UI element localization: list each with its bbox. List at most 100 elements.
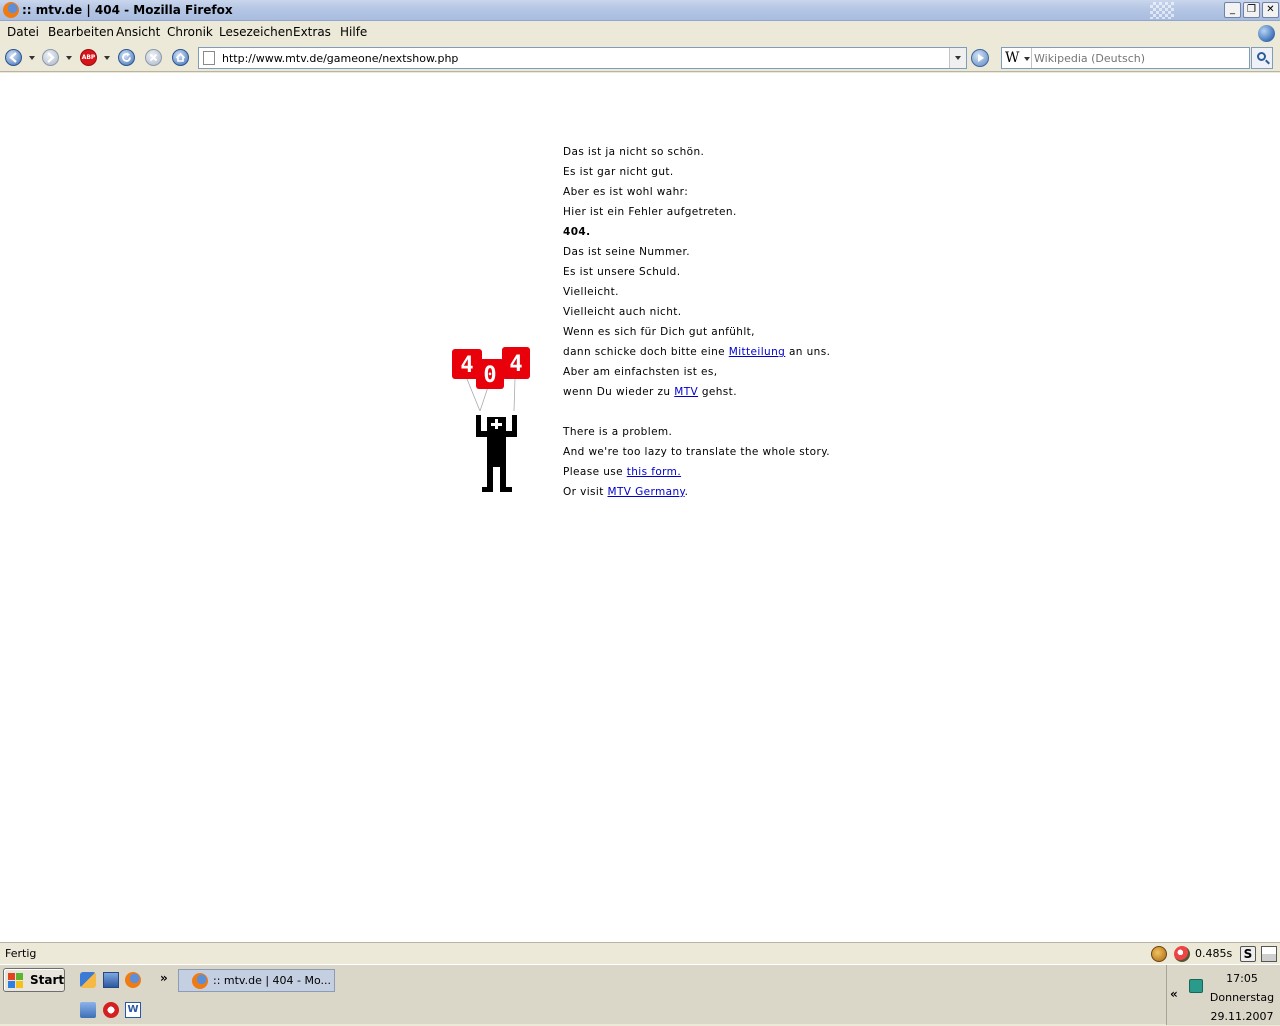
page-icon (203, 51, 215, 65)
menu-extras[interactable]: Extras (293, 25, 331, 39)
mtv-link[interactable]: MTV (674, 386, 698, 398)
url-history-dropdown-icon[interactable] (949, 48, 966, 68)
text-line: Aber am einfachsten ist es, (563, 366, 718, 378)
text-line: Aber es ist wohl wahr: (563, 186, 689, 198)
system-tray: « 17:05 Donnerstag 29.11.2007 (1166, 965, 1280, 1025)
back-icon[interactable] (5, 49, 22, 66)
text-line-visit: Or visit MTV Germany. (563, 485, 830, 505)
firefox-icon[interactable] (3, 2, 19, 18)
menu-chronik[interactable]: Chronik (167, 25, 213, 39)
this-form-link[interactable]: this form. (627, 466, 681, 478)
404-balloon-man-illustration: 4 4 0 (452, 347, 530, 492)
restore-button[interactable]: ❐ (1243, 2, 1260, 18)
firebug-icon[interactable] (1174, 946, 1190, 962)
text-fragment: Or visit (563, 486, 608, 498)
tray-expand-icon[interactable]: « (1170, 987, 1178, 1001)
page-content: Das ist ja nicht so schön. Es ist gar ni… (0, 73, 1280, 942)
quicklaunch-monitor-icon[interactable] (103, 972, 119, 988)
balloon-digit: 0 (483, 363, 496, 388)
start-label: Start (30, 973, 65, 987)
start-button[interactable]: Start (3, 968, 65, 992)
close-button[interactable]: ✕ (1262, 2, 1279, 18)
mitteilung-link[interactable]: Mitteilung (729, 346, 785, 358)
extension-icon[interactable] (1261, 946, 1277, 962)
text-line: Vielleicht. (563, 286, 619, 298)
window-titlebar[interactable]: :: mtv.de | 404 - Mozilla Firefox _ ❐ ✕ (0, 0, 1280, 21)
quicklaunch-folder-icon[interactable] (80, 1002, 96, 1018)
taskbar-firefox-window[interactable]: :: mtv.de | 404 - Mo... (178, 969, 335, 992)
window-title: :: mtv.de | 404 - Mozilla Firefox (22, 3, 233, 17)
forward-arrow-icon (47, 52, 55, 63)
menu-ansicht[interactable]: Ansicht (116, 25, 160, 39)
cross-horizontal (491, 423, 502, 426)
adblock-dropdown-icon[interactable] (104, 56, 110, 60)
taskbar-window-label: :: mtv.de | 404 - Mo... (213, 974, 332, 987)
clock-time: 17:05 (1226, 972, 1258, 985)
status-text: Fertig (5, 947, 37, 960)
text-line: And we're too lazy to translate the whol… (563, 446, 831, 458)
menu-lesezeichen[interactable]: Lesezeichen (219, 25, 293, 39)
url-text[interactable]: http://www.mtv.de/gameone/nextshow.php (222, 52, 458, 65)
back-history-dropdown-icon[interactable] (29, 56, 35, 60)
reload-icon[interactable] (118, 49, 135, 66)
quicklaunch-word-icon[interactable]: W (125, 1002, 141, 1018)
titlebar-decoration (1150, 2, 1174, 19)
text-line-form: Please use this form. (563, 465, 830, 485)
text-line: Es ist unsere Schuld. (563, 266, 681, 278)
text-line: Wenn es sich für Dich gut anfühlt, (563, 326, 755, 338)
quicklaunch-more-icon[interactable]: » (160, 971, 168, 985)
right-leg (500, 463, 506, 489)
throbber-icon (1258, 25, 1275, 42)
navigation-toolbar: ABP http://www.mtv.de/gameone/nextshow.p… (0, 44, 1280, 72)
left-shoulder (481, 431, 487, 437)
stop-x-icon (149, 53, 158, 62)
menu-bearbeiten[interactable]: Bearbeiten (48, 25, 114, 39)
address-bar[interactable]: http://www.mtv.de/gameone/nextshow.php (198, 47, 967, 69)
right-foot (500, 487, 512, 492)
forward-history-dropdown-icon[interactable] (66, 56, 72, 60)
tray-app-icon[interactable] (1189, 979, 1203, 993)
text-fragment: dann schicke doch bitte eine (563, 346, 729, 358)
menu-hilfe[interactable]: Hilfe (340, 25, 367, 39)
error-message: Das ist ja nicht so schön. Es ist gar ni… (563, 145, 830, 505)
search-box[interactable]: W (1001, 47, 1250, 69)
adblock-icon[interactable]: ABP (80, 49, 97, 66)
search-icon-handle (1265, 59, 1270, 65)
sync-icon[interactable]: S (1240, 946, 1256, 962)
quicklaunch-firefox-icon[interactable] (125, 972, 141, 988)
go-icon[interactable] (971, 49, 989, 67)
quicklaunch-desktop-icon[interactable] (80, 972, 96, 988)
text-fragment: an uns. (785, 346, 831, 358)
text-line: Es ist gar nicht gut. (563, 166, 674, 178)
quicklaunch-opera-icon[interactable] (103, 1002, 119, 1018)
balloon-digit: 4 (509, 352, 522, 377)
error-code: 404. (563, 226, 591, 238)
balloon-4-right: 4 (502, 347, 530, 379)
page-load-time: 0.485s (1195, 947, 1233, 960)
windows-taskbar: Start W » :: mtv.de | 404 - Mo... « 17:0… (0, 964, 1280, 1025)
clock-date: 29.11.2007 (1210, 1010, 1274, 1023)
search-input[interactable] (1034, 50, 1244, 66)
text-fragment: . (684, 486, 689, 498)
body (487, 431, 506, 467)
cookie-icon[interactable] (1151, 946, 1167, 962)
left-foot (482, 487, 493, 492)
stop-icon[interactable] (145, 49, 162, 66)
text-line: Hier ist ein Fehler aufgetreten. (563, 206, 737, 218)
right-shoulder (506, 431, 512, 437)
home-icon[interactable] (172, 49, 189, 66)
search-button[interactable] (1251, 47, 1273, 69)
menu-datei[interactable]: Datei (7, 25, 39, 39)
forward-icon[interactable] (42, 49, 59, 66)
text-line: Vielleicht auch nicht. (563, 306, 682, 318)
mtv-germany-link[interactable]: MTV Germany (608, 486, 685, 498)
text-fragment: Please use (563, 466, 627, 478)
text-line: Das ist seine Nummer. (563, 246, 690, 258)
clock-day: Donnerstag (1209, 991, 1275, 1004)
firefox-icon (192, 973, 208, 989)
back-arrow-icon (9, 52, 17, 63)
search-engine-selector[interactable]: W (1002, 48, 1032, 68)
clock[interactable]: 17:05 Donnerstag 29.11.2007 (1205, 969, 1279, 1026)
text-fragment: gehst. (698, 386, 737, 398)
minimize-button[interactable]: _ (1224, 2, 1241, 18)
